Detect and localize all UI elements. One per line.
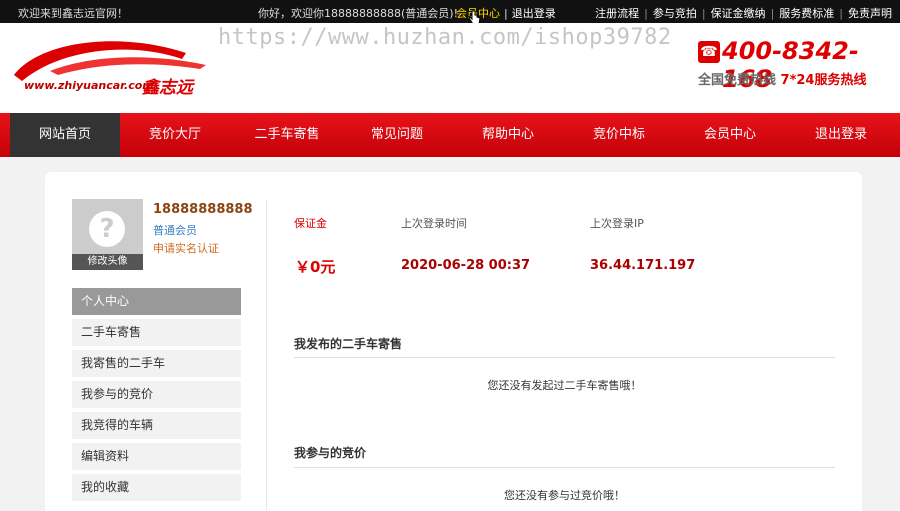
nav-logout[interactable]: 退出登录 <box>786 113 896 157</box>
logo-brand-name: 鑫志远 <box>142 78 193 98</box>
hotline-description: 全国免费热线 7*24服务热线 <box>698 69 866 88</box>
last-login-ip-label: 上次登录IP <box>590 217 644 230</box>
consign-empty-message: 您还没有发起过二手车寄售哦！ <box>487 379 642 392</box>
divider <box>266 200 267 510</box>
section-divider <box>294 467 835 468</box>
consign-section-title: 我发布的二手车寄售 <box>294 337 403 351</box>
hotline-desc-a: 全国免费热线 <box>698 73 777 88</box>
question-mark-icon: ? <box>89 211 125 247</box>
username: 18888888888 <box>153 202 253 217</box>
sidebar-item-edit-profile[interactable]: 编辑资料 <box>72 443 241 470</box>
verify-identity-link[interactable]: 申请实名认证 <box>153 240 219 256</box>
nav-home[interactable]: 网站首页 <box>10 113 120 157</box>
last-login-time: 2020-06-28 00:37 <box>401 258 531 273</box>
main-nav: 网站首页 竞价大厅 二手车寄售 常见问题 帮助中心 竞价中标 会员中心 退出登录 <box>0 113 900 157</box>
register-flow-link[interactable]: 注册流程 <box>595 7 639 20</box>
edit-avatar-button[interactable]: 修改头像 <box>72 254 143 270</box>
watermark-text: https://www.huzhan.com/ishop39782 <box>218 25 672 50</box>
sidebar-item-favorites[interactable]: 我的收藏 <box>72 474 241 501</box>
disclaimer-link[interactable]: 免责声明 <box>848 7 892 20</box>
nav-faq[interactable]: 常见问题 <box>342 113 452 157</box>
sidebar-item-won-vehicles[interactable]: 我竞得的车辆 <box>72 412 241 439</box>
phone-icon: ☎ <box>698 41 720 63</box>
last-login-ip: 36.44.171.197 <box>590 258 696 273</box>
avatar[interactable]: ? 修改头像 <box>72 199 143 270</box>
nav-consignment[interactable]: 二手车寄售 <box>232 113 342 157</box>
deposit-payment-link[interactable]: 保证金缴纳 <box>711 7 766 20</box>
top-logout-link[interactable]: 退出登录 <box>512 7 556 20</box>
top-bar: 欢迎来到鑫志远官网！ 你好，欢迎你18888888888(普通会员)! 会员中心… <box>0 0 900 25</box>
member-panel: ? 修改头像 18888888888 普通会员 申请实名认证 个人中心 二手车寄… <box>45 172 862 511</box>
logo-url-text: www.zhiyuancar.com <box>24 79 154 92</box>
join-auction-link[interactable]: 参与竞拍 <box>653 7 697 20</box>
deposit-label: 保证金 <box>294 217 327 230</box>
site-header: www.zhiyuancar.com 鑫志远 https://www.huzha… <box>0 23 900 113</box>
sidebar-item-my-bids[interactable]: 我参与的竞价 <box>72 381 241 408</box>
deposit-value: ￥0元 <box>295 258 336 276</box>
bid-section-title: 我参与的竞价 <box>294 446 367 460</box>
welcome-text: 欢迎来到鑫志远官网！ <box>18 7 128 20</box>
sidebar-menu: 个人中心 二手车寄售 我寄售的二手车 我参与的竞价 我竞得的车辆 编辑资料 我的… <box>72 288 241 505</box>
hotline-desc-b: 7*24服务热线 <box>780 73 867 88</box>
member-level: 普通会员 <box>153 224 197 237</box>
sidebar-item-my-consigned-cars[interactable]: 我寄售的二手车 <box>72 350 241 377</box>
bid-empty-message: 您还没有参与过竞价哦！ <box>504 489 625 502</box>
nav-member-center[interactable]: 会员中心 <box>675 113 785 157</box>
user-greeting: 你好，欢迎你18888888888(普通会员)! <box>258 7 458 20</box>
nav-winning-bids[interactable]: 竞价中标 <box>564 113 674 157</box>
nav-help-center[interactable]: 帮助中心 <box>453 113 563 157</box>
section-divider <box>294 357 835 358</box>
service-fee-link[interactable]: 服务费标准 <box>779 7 834 20</box>
sidebar-item-personal-center[interactable]: 个人中心 <box>72 288 241 315</box>
nav-bidding-hall[interactable]: 竞价大厅 <box>120 113 230 157</box>
sidebar-item-consign[interactable]: 二手车寄售 <box>72 319 241 346</box>
last-login-time-label: 上次登录时间 <box>401 217 467 230</box>
